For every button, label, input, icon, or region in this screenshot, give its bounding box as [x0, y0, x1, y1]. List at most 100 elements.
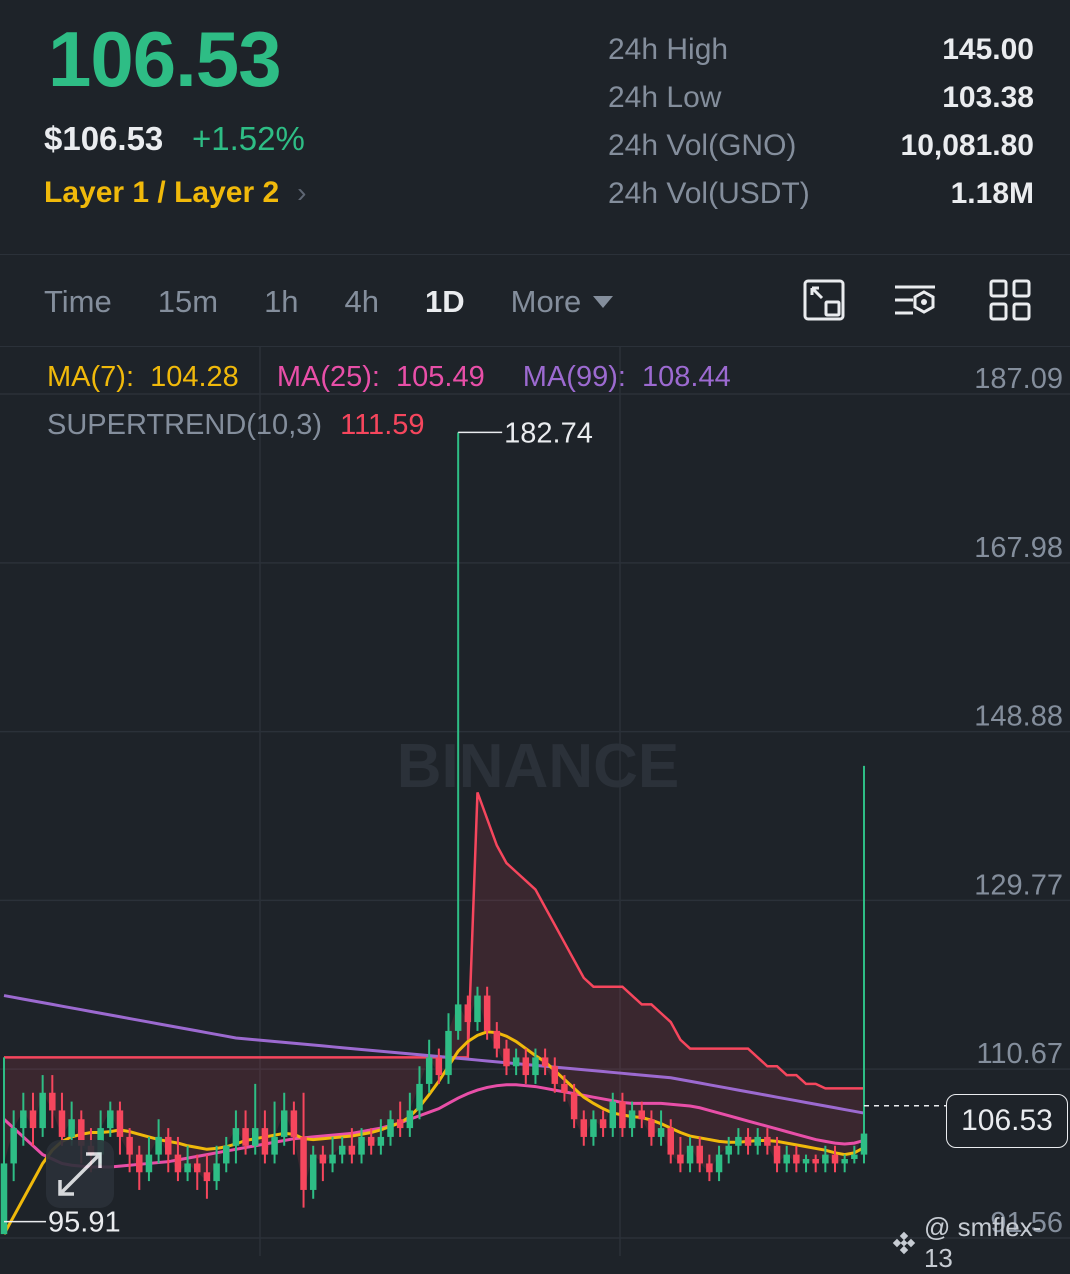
candle-body: [454, 1004, 462, 1031]
usd-price: $106.53: [44, 120, 164, 157]
ma25-label: MA(25):: [277, 361, 380, 393]
candle-body: [309, 1154, 317, 1190]
candle-body: [735, 1136, 742, 1146]
candle-body: [706, 1163, 713, 1173]
candle-body: [387, 1119, 394, 1137]
stat-24h-high: 24h High 145.00: [608, 26, 1034, 74]
candlestick-chart[interactable]: BINANCE 187.09167.98148.88129.77110.6791…: [0, 347, 1070, 1256]
candle-body: [20, 1110, 27, 1129]
y-tick-label: 148.88: [974, 701, 1063, 733]
candle-body: [773, 1145, 781, 1164]
tab-time[interactable]: Time: [44, 284, 112, 320]
candle-body: [165, 1136, 172, 1155]
binance-watermark: BINANCE: [397, 732, 679, 801]
y-tick-label: 187.09: [974, 363, 1063, 395]
stat-label: 24h Vol(USDT): [608, 177, 810, 210]
candle-body: [783, 1154, 790, 1164]
candle-body: [851, 1154, 858, 1160]
caret-down-icon: [593, 296, 614, 308]
supertrend-fill: [4, 792, 864, 1190]
tab-1d[interactable]: 1D: [425, 284, 465, 320]
candle-body: [793, 1154, 800, 1164]
candle-body: [107, 1110, 114, 1129]
stat-value: 145.00: [942, 33, 1034, 66]
candle-body: [319, 1154, 327, 1164]
candle-body: [425, 1057, 433, 1084]
supertrend-value: 111.59: [340, 409, 424, 441]
ma7-label: MA(7):: [47, 361, 134, 393]
candle-body: [764, 1136, 771, 1146]
max-price-marker: 182.74: [458, 417, 593, 449]
candle-body: [822, 1154, 829, 1164]
candle-body: [599, 1119, 607, 1129]
more-dropdown[interactable]: More: [511, 284, 614, 320]
candle-body: [754, 1136, 761, 1146]
candle-body: [126, 1136, 133, 1155]
indicator-lines: [2, 791, 865, 1235]
stat-value: 10,081.80: [900, 129, 1034, 162]
candle-body: [396, 1119, 404, 1129]
tab-4h[interactable]: 4h: [345, 284, 379, 320]
candle-body: [638, 1110, 646, 1120]
candle-body: [744, 1136, 752, 1146]
stat-label: 24h Low: [608, 81, 722, 114]
candle-body: [194, 1163, 201, 1173]
grid-layout-icon[interactable]: [988, 278, 1032, 322]
candle-body: [580, 1119, 588, 1137]
author-watermark: @ smflex-13: [892, 1212, 1070, 1274]
timeframe-toolbar: Time 15m 1h 4h 1D More: [44, 272, 659, 332]
candle-body: [802, 1159, 810, 1164]
chevron-right-icon: ›: [297, 177, 307, 208]
candle-body: [213, 1163, 220, 1182]
candle-body: [203, 1172, 211, 1182]
stat-24h-vol-quote: 24h Vol(USDT) 1.18M: [608, 170, 1034, 218]
tab-1h[interactable]: 1h: [264, 284, 298, 320]
binance-logo-icon: [892, 1231, 916, 1255]
candle-body: [725, 1145, 732, 1155]
candle-body: [532, 1057, 539, 1076]
candle-body: [677, 1154, 684, 1164]
candle-body: [338, 1145, 346, 1155]
candle: [445, 1013, 452, 1084]
candle-body: [261, 1128, 269, 1155]
candle-body: [474, 995, 481, 1023]
tab-15m[interactable]: 15m: [158, 284, 218, 320]
candle-body: [49, 1092, 56, 1111]
candle-body: [667, 1128, 674, 1155]
y-tick-label: 129.77: [974, 869, 1063, 901]
ma25-value: 105.49: [396, 361, 485, 393]
candle-body: [116, 1110, 124, 1137]
candle-body: [251, 1128, 259, 1146]
indicator-settings-icon[interactable]: [893, 278, 937, 322]
candle-body: [155, 1136, 162, 1155]
candle-body: [416, 1083, 423, 1111]
candle-body: [512, 1057, 520, 1067]
candle-body: [812, 1159, 819, 1164]
candle-body: [561, 1083, 568, 1093]
candle-body: [377, 1136, 385, 1146]
candle-body: [136, 1154, 143, 1173]
candle-body: [464, 1004, 472, 1023]
last-price: 106.53: [48, 15, 282, 103]
ma99-label: MA(99):: [523, 361, 626, 393]
stats-panel: 24h High 145.00 24h Low 103.38 24h Vol(G…: [608, 26, 1034, 218]
candle-body: [145, 1154, 153, 1173]
candle-body: [68, 1119, 75, 1137]
candle-body: [58, 1110, 66, 1137]
author-name: @ smflex-13: [923, 1212, 1042, 1273]
candle-body: [271, 1136, 278, 1155]
candle-body: [503, 1048, 510, 1067]
min-price-label: 95.91: [48, 1207, 121, 1239]
stat-24h-low: 24h Low 103.38: [608, 74, 1034, 122]
category-link[interactable]: Layer 1 / Layer 2 ›: [44, 176, 306, 210]
stat-label: 24h Vol(GNO): [608, 129, 797, 162]
candle-body: [174, 1154, 182, 1173]
candle-body: [831, 1154, 839, 1164]
chart-layout-icon[interactable]: [802, 278, 846, 322]
candle-body: [657, 1128, 665, 1137]
y-tick-label: 110.67: [976, 1038, 1063, 1070]
expand-button[interactable]: [46, 1140, 114, 1208]
expand-icon: [58, 1152, 102, 1196]
candle-body: [406, 1110, 414, 1129]
candle-body: [686, 1145, 694, 1164]
